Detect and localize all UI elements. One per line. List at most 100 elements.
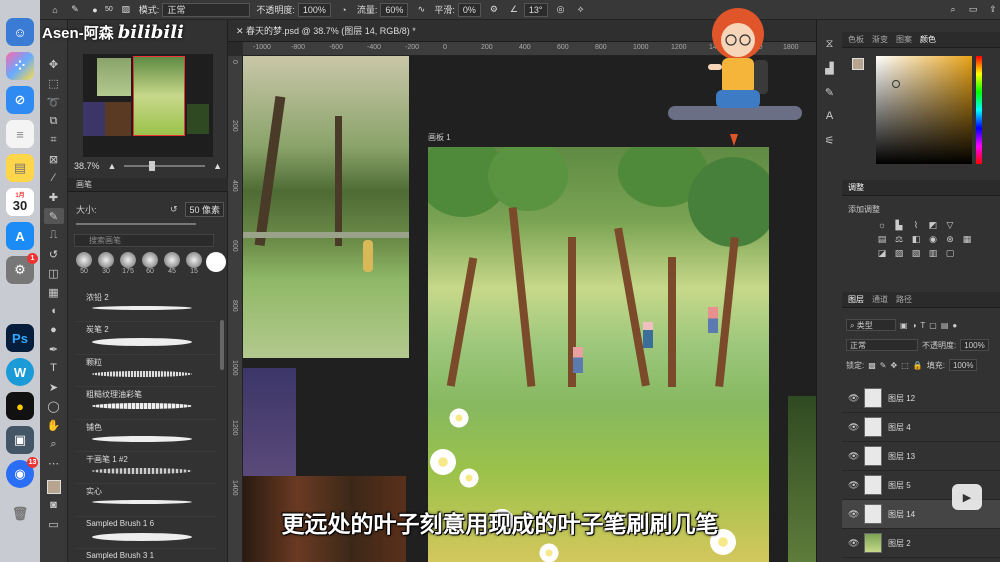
reminders-icon[interactable]: ≡ <box>6 120 34 148</box>
angle-field[interactable]: 13° <box>523 2 548 17</box>
brightness-icon[interactable]: ☼ <box>876 220 888 231</box>
eye-icon[interactable]: 👁 <box>848 451 859 462</box>
size-field[interactable]: 50 像素 <box>185 202 224 217</box>
levels-icon[interactable]: ▙ <box>893 220 905 231</box>
layer-opacity-field[interactable]: 100% <box>960 339 989 351</box>
zoom-in-icon[interactable]: ▲ <box>213 161 222 171</box>
video-play-icon[interactable]: ▶ <box>952 484 982 510</box>
app-chrome-icon[interactable]: ◉ 13 <box>6 457 38 488</box>
lasso-tool-icon[interactable]: ➰ <box>44 94 64 110</box>
tab-adjustments[interactable]: 调整 <box>848 182 864 193</box>
recent-brush-2[interactable]: 30 <box>96 252 116 286</box>
curves-icon[interactable]: ⌇ <box>910 220 922 231</box>
color-picker-field[interactable] <box>876 56 972 164</box>
pressure-opacity-icon[interactable]: ◔ <box>337 3 351 17</box>
lock-artboard-icon[interactable]: ⬚ <box>901 361 909 370</box>
document-tab[interactable]: ✕ 春天的梦.psd @ 38.7% (图层 14, RGB/8) * <box>236 24 416 37</box>
history-icon[interactable]: ⧖ <box>822 36 838 52</box>
brush-item[interactable]: 粗糙纹理油彩笔 <box>76 387 216 420</box>
hue-sat-icon[interactable]: ▤ <box>876 234 888 245</box>
recent-brush-1[interactable]: 50 <box>74 252 94 286</box>
eye-icon[interactable]: 👁 <box>848 422 859 433</box>
close-tab-icon[interactable]: ✕ <box>236 26 246 36</box>
app-store-icon[interactable]: A <box>6 222 34 250</box>
lock-move-icon[interactable]: ✥ <box>891 361 898 370</box>
eye-icon[interactable]: 👁 <box>848 538 859 549</box>
navigator-zoom-value[interactable]: 38.7% <box>74 161 100 171</box>
layer-row[interactable]: 👁 图层 4 <box>842 413 1000 442</box>
color-panel-foreground[interactable] <box>852 58 864 70</box>
notes-icon[interactable]: ▤ <box>6 154 34 182</box>
gear-icon[interactable]: ⚙ <box>487 3 501 17</box>
filter-smart-icon[interactable]: ▤ <box>941 321 949 330</box>
lock-pixels-icon[interactable]: ▩ <box>868 361 876 370</box>
brush-item[interactable]: Sampled Brush 3 1 <box>76 549 216 562</box>
eraser-tool-icon[interactable]: ◫ <box>44 265 64 281</box>
gradient-tool-icon[interactable]: ▦ <box>44 284 64 300</box>
filter-pixel-icon[interactable]: ▣ <box>900 321 908 330</box>
brush-settings-icon[interactable]: ▨ <box>119 3 133 17</box>
reference-photo-purple[interactable] <box>243 368 296 478</box>
photo-filter-icon[interactable]: ◉ <box>927 234 939 245</box>
brush-item[interactable]: 干画笔 1 #2 <box>76 452 216 485</box>
hue-slider[interactable] <box>976 56 982 164</box>
photoshop-icon[interactable]: Ps <box>6 324 34 352</box>
system-settings-icon[interactable]: ⚙ 1 <box>6 253 38 284</box>
bw-icon[interactable]: ◧ <box>910 234 922 245</box>
color-lookup-icon[interactable]: ▦ <box>961 234 973 245</box>
pressure-size-icon[interactable]: ◎ <box>554 3 568 17</box>
layer-row[interactable]: 👁 图层 12 <box>842 384 1000 413</box>
healing-tool-icon[interactable]: ✚ <box>44 189 64 205</box>
tab-layers[interactable]: 图层 <box>848 294 864 305</box>
layer-filter-select[interactable]: ⌕ 类型 <box>846 319 896 331</box>
tab-channels[interactable]: 通道 <box>872 294 888 305</box>
exposure-icon[interactable]: ◩ <box>927 220 939 231</box>
preview-icon[interactable]: ▣ <box>6 426 34 454</box>
slider-thumb[interactable] <box>148 161 155 171</box>
smoothing-field[interactable]: 0% <box>457 2 481 17</box>
filter-adjust-icon[interactable]: ◑ <box>912 321 917 330</box>
history-brush-tool-icon[interactable]: ↺ <box>44 246 64 262</box>
clone-stamp-tool-icon[interactable]: ⎍ <box>44 227 64 243</box>
more-tools-icon[interactable]: ⋯ <box>44 455 64 471</box>
home-icon[interactable]: ⌂ <box>48 3 62 17</box>
zoom-out-icon[interactable]: ▲ <box>108 161 117 171</box>
brush-item[interactable]: 铺色 <box>76 420 216 452</box>
properties-icon[interactable]: ⚟ <box>822 132 838 148</box>
recent-brush-4[interactable]: 60 <box>140 252 160 286</box>
tab-color[interactable]: 颜色 <box>920 34 936 45</box>
recent-brush-5[interactable]: 45 <box>162 252 182 286</box>
foreground-color-swatch[interactable] <box>46 480 61 494</box>
channel-mixer-icon[interactable]: ⊛ <box>944 234 956 245</box>
finder-icon[interactable]: ☺ <box>6 18 34 46</box>
brush-item[interactable]: 炭笔 2 <box>76 322 216 355</box>
flow-field[interactable]: 60% <box>380 2 409 17</box>
calendar-icon[interactable]: 1月 30 <box>6 188 34 216</box>
type-tool-icon[interactable]: T <box>44 360 64 376</box>
hand-tool-icon[interactable]: ✋ <box>44 417 64 433</box>
brush-list-scrollbar[interactable] <box>220 320 224 370</box>
marquee-tool-icon[interactable]: ⬚ <box>44 75 64 91</box>
tab-gradients[interactable]: 渐变 <box>872 34 888 45</box>
tab-swatches[interactable]: 色板 <box>848 34 864 45</box>
color-balance-icon[interactable]: ⚖ <box>893 234 905 245</box>
recent-brush-round[interactable] <box>206 252 226 286</box>
eyedropper-tool-icon[interactable]: ⁄ <box>44 170 64 186</box>
eye-icon[interactable]: 👁 <box>848 393 859 404</box>
tab-patterns[interactable]: 图案 <box>896 34 912 45</box>
layer-row[interactable]: 👁 图层 13 <box>842 442 1000 471</box>
reset-size-icon[interactable]: ↺ <box>170 204 178 215</box>
search-icon[interactable]: ⌕ <box>946 3 960 17</box>
filter-shape-icon[interactable]: ▢ <box>929 321 937 330</box>
lock-paint-icon[interactable]: ✎ <box>880 361 887 370</box>
app-w-icon[interactable]: W <box>6 358 34 386</box>
shape-tool-icon[interactable]: ◯ <box>44 398 64 414</box>
fill-field[interactable]: 100% <box>948 359 978 371</box>
blur-tool-icon[interactable]: ◖ <box>44 303 64 319</box>
brush-tool-icon[interactable]: ✎ <box>68 3 82 17</box>
brush-item[interactable]: 浓铅 2 <box>76 290 216 323</box>
brush-settings-icon[interactable]: ✎ <box>822 84 838 100</box>
object-select-tool-icon[interactable]: ⧉ <box>44 113 64 129</box>
move-tool-icon[interactable]: ✥ <box>44 56 64 72</box>
gradient-map-icon[interactable]: ▥ <box>927 248 939 259</box>
